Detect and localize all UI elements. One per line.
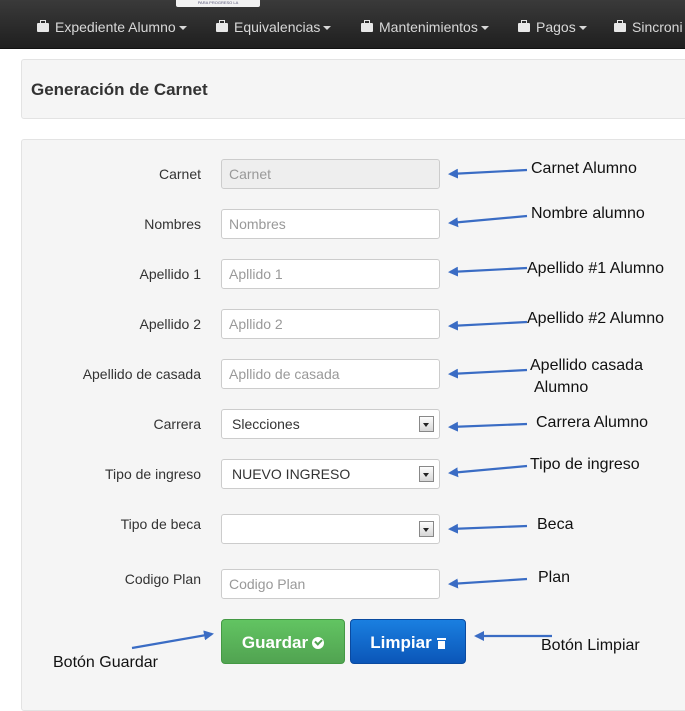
arrow-apellido1 (448, 266, 528, 277)
arrow-nombre (448, 214, 528, 228)
arrow-beca (448, 523, 528, 534)
annotation-carrera: Carrera Alumno (536, 414, 649, 431)
arrow-carnet (448, 168, 528, 179)
annotation-nombre: Nombre alumno (531, 205, 645, 222)
arrow-plan (448, 577, 528, 589)
annotation-beca: Beca (537, 516, 574, 533)
annotation-tipo-ingreso: Tipo de ingreso (530, 456, 640, 473)
arrow-guardar (131, 630, 214, 650)
arrow-casada (448, 368, 528, 379)
annotation-casada-line1: Apellido casada (530, 357, 643, 374)
annotation-apellido2: Apellido #2 Alumno (527, 310, 664, 327)
annotation-plan: Plan (538, 569, 571, 586)
arrow-apellido2 (448, 320, 528, 331)
annotation-carnet: Carnet Alumno (531, 160, 637, 177)
annotation-casada-line2: Alumno (534, 379, 589, 396)
annotation-guardar: Botón Guardar (53, 654, 158, 671)
arrow-tipo-ingreso (448, 464, 528, 478)
annotation-limpiar: Botón Limpiar (541, 637, 640, 654)
annotation-arrows (131, 168, 552, 650)
arrow-carrera (448, 421, 528, 432)
annotation-apellido1: Apellido #1 Alumno (527, 260, 664, 277)
